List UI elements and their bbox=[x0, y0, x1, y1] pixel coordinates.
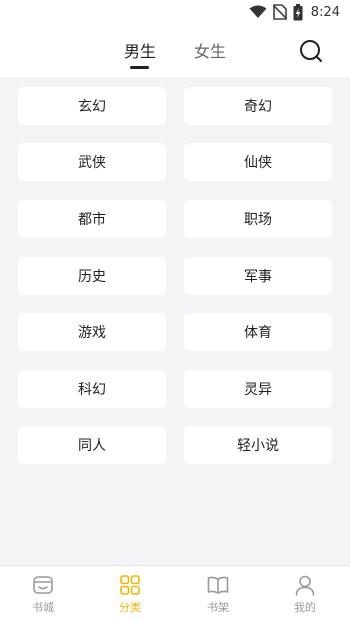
category-tiyu[interactable]: 体育 bbox=[184, 313, 332, 351]
tab-active-indicator bbox=[130, 66, 149, 69]
category-lishi[interactable]: 历史 bbox=[18, 257, 166, 295]
profile-icon bbox=[295, 575, 315, 596]
category-wuxia[interactable]: 武侠 bbox=[18, 143, 166, 181]
tab-male[interactable]: 男生 bbox=[124, 38, 156, 62]
category-grid-icon bbox=[120, 575, 140, 595]
category-zhichang[interactable]: 职场 bbox=[184, 200, 332, 238]
category-xuanhuan[interactable]: 玄幻 bbox=[18, 87, 166, 125]
search-button[interactable] bbox=[299, 39, 323, 63]
nav-bookstore[interactable]: 书城 bbox=[13, 566, 73, 621]
bookstore-icon bbox=[33, 576, 53, 594]
wifi-icon bbox=[249, 5, 267, 19]
battery-charging-icon bbox=[293, 3, 303, 21]
no-sim-icon bbox=[272, 4, 287, 20]
bookshelf-icon bbox=[207, 576, 229, 594]
category-tongren[interactable]: 同人 bbox=[18, 426, 166, 464]
search-icon bbox=[300, 40, 322, 62]
bottom-nav: 书城 分类 书架 我的 bbox=[0, 565, 350, 621]
header: 男生 女生 bbox=[0, 24, 350, 77]
nav-bookstore-label: 书城 bbox=[32, 601, 54, 614]
nav-bookshelf[interactable]: 书架 bbox=[188, 566, 248, 621]
category-junshi[interactable]: 军事 bbox=[184, 257, 332, 295]
app-screen: 8:24 男生 女生 玄幻 奇幻 武侠 仙侠 都市 职场 历史 军事 游戏 体育… bbox=[0, 0, 350, 621]
category-qihuan[interactable]: 奇幻 bbox=[184, 87, 332, 125]
tab-female[interactable]: 女生 bbox=[194, 38, 226, 62]
status-bar: 8:24 bbox=[0, 0, 350, 24]
category-kehuan[interactable]: 科幻 bbox=[18, 370, 166, 408]
category-qingxiaoshuo[interactable]: 轻小说 bbox=[184, 426, 332, 464]
nav-category[interactable]: 分类 bbox=[100, 566, 160, 621]
category-lingyi[interactable]: 灵异 bbox=[184, 370, 332, 408]
nav-profile[interactable]: 我的 bbox=[275, 566, 335, 621]
nav-profile-label: 我的 bbox=[294, 601, 316, 614]
category-xianxia[interactable]: 仙侠 bbox=[184, 143, 332, 181]
category-dushi[interactable]: 都市 bbox=[18, 200, 166, 238]
nav-category-label: 分类 bbox=[119, 601, 141, 614]
status-time: 8:24 bbox=[310, 4, 340, 20]
category-youxi[interactable]: 游戏 bbox=[18, 313, 166, 351]
nav-bookshelf-label: 书架 bbox=[207, 601, 229, 614]
